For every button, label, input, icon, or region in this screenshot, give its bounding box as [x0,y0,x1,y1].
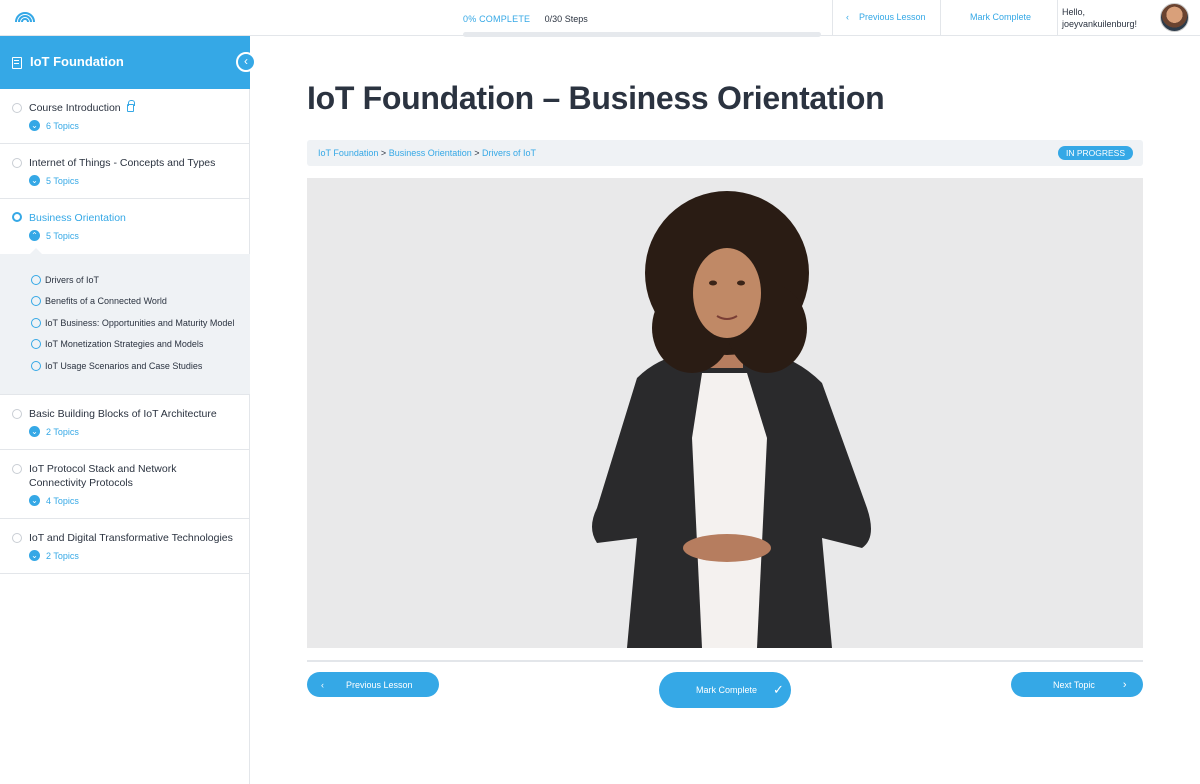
topic-label: IoT Usage Scenarios and Case Studies [45,361,203,371]
breadcrumb-link[interactable]: IoT Foundation [318,148,378,158]
collapse-sidebar-button[interactable]: ‹ [236,52,256,72]
topics-count: 5 Topics [46,175,79,186]
chevron-down-icon: ⌄ [29,175,40,186]
lesson-title: Business Orientation [29,212,126,224]
breadcrumb-link[interactable]: Drivers of IoT [482,148,536,158]
sidebar-item-concepts-and-types[interactable]: Internet of Things - Concepts and Types … [0,144,250,199]
status-circle-icon [12,103,22,113]
status-badge: IN PROGRESS [1057,146,1133,160]
topics-toggle[interactable]: ⌄ 2 Topics [29,550,79,561]
topics-count: 2 Topics [46,426,79,437]
topic-item-benefits[interactable]: Benefits of a Connected World [31,296,167,306]
chevron-left-icon: ‹ [846,12,849,22]
chevron-down-icon: ⌄ [29,120,40,131]
lesson-title: IoT and Digital Transformative Technolog… [29,532,233,544]
avatar[interactable] [1160,3,1189,32]
topic-label: Drivers of IoT [45,275,100,285]
previous-lesson-label: Previous Lesson [346,679,413,690]
sidebar-item-protocol-stack[interactable]: IoT Protocol Stack and Network Connectiv… [0,450,250,519]
chevron-down-icon: ⌄ [29,550,40,561]
topics-toggle[interactable]: ⌄ 4 Topics [29,495,79,506]
header-previous-lesson-label: Previous Lesson [859,12,926,22]
chevron-up-icon: ⌃ [29,230,40,241]
status-circle-icon [12,464,22,474]
mark-complete-label: Mark Complete [696,685,758,695]
lesson-title: Basic Building Blocks of IoT Architectur… [29,408,217,420]
header-divider [832,0,833,36]
header-previous-lesson-link[interactable]: ‹ Previous Lesson [846,12,926,22]
progress-percent: 0% COMPLETE [463,14,531,24]
lesson-title: IoT Protocol Stack and Network Connectiv… [29,463,177,489]
page-title: IoT Foundation – Business Orientation [307,80,885,116]
breadcrumb: IoT Foundation > Business Orientation > … [307,140,1143,166]
topic-item-drivers-of-iot[interactable]: Drivers of IoT [31,275,99,285]
topics-count: 5 Topics [46,230,79,241]
breadcrumb-separator: > [380,148,387,158]
breadcrumb-link[interactable]: Business Orientation [389,148,472,158]
course-sidebar: IoT Foundation ‹ Course Introduction ⌄ 6 … [0,36,256,784]
topics-toggle[interactable]: ⌄ 2 Topics [29,426,79,437]
course-progress: 0% COMPLETE 0/30 Steps [463,9,821,37]
topics-count: 6 Topics [46,120,79,131]
content-divider [307,660,1143,662]
status-circle-icon [12,409,22,419]
chevron-down-icon: ⌄ [29,426,40,437]
user-greeting: Hello, joeyvankuilenburg! [1062,6,1137,30]
header-divider [1057,0,1058,36]
chevron-left-icon: ‹ [321,679,324,690]
sidebar-item-digital-transformative[interactable]: IoT and Digital Transformative Technolog… [0,519,250,574]
topic-item-usage-scenarios[interactable]: IoT Usage Scenarios and Case Studies [31,361,202,371]
sidebar-item-course-introduction[interactable]: Course Introduction ⌄ 6 Topics [0,89,250,144]
breadcrumb-trail: IoT Foundation > Business Orientation > … [318,148,536,158]
chevron-right-icon: › [1122,678,1127,691]
lock-icon [126,100,135,112]
progress-steps: 0/30 Steps [544,14,588,24]
topic-item-monetization[interactable]: IoT Monetization Strategies and Models [31,339,203,349]
top-header: 0% COMPLETE 0/30 Steps ‹ Previous Lesson… [0,0,1200,37]
video-player[interactable] [307,178,1143,648]
lesson-title-row: Course Introduction [29,100,234,115]
previous-lesson-button[interactable]: ‹ Previous Lesson [307,672,439,697]
status-circle-icon [31,361,41,371]
topics-count: 2 Topics [46,550,79,561]
topics-toggle[interactable]: ⌄ 6 Topics [29,120,79,131]
lesson-title: Internet of Things - Concepts and Types [29,157,216,169]
status-circle-icon [12,158,22,168]
next-topic-label: Next Topic [1053,679,1095,690]
next-topic-button[interactable]: Next Topic › [1011,672,1143,697]
topics-toggle[interactable]: ⌄ 5 Topics [29,175,79,186]
greeting-username: joeyvankuilenburg! [1062,19,1138,29]
status-circle-icon [31,339,41,349]
sidebar-course-title[interactable]: IoT Foundation [30,54,124,69]
status-circle-icon [31,318,41,328]
chevron-left-icon: ‹ [244,54,248,68]
topics-list: Drivers of IoT Benefits of a Connected W… [0,248,250,394]
lesson-title: Course Introduction [29,102,121,114]
greeting-line-1: Hello, [1062,7,1086,17]
checkmark-icon: ✓ [773,682,784,697]
logo-icon[interactable] [14,8,36,24]
header-divider [940,0,941,36]
chevron-down-icon: ⌄ [29,495,40,506]
topic-label: Benefits of a Connected World [45,296,167,306]
header-mark-complete-link[interactable]: Mark Complete [970,12,1031,22]
topics-toggle[interactable]: ⌃ 5 Topics [29,230,79,241]
status-circle-icon [31,296,41,306]
sidebar-item-building-blocks[interactable]: Basic Building Blocks of IoT Architectur… [0,395,250,450]
mark-complete-button[interactable]: Mark Complete ✓ [659,672,791,708]
topic-label: IoT Monetization Strategies and Models [45,339,204,349]
sidebar-header: IoT Foundation ‹ [0,36,256,89]
progress-bar [463,32,821,37]
topic-item-opportunities[interactable]: IoT Business: Opportunities and Maturity… [31,318,234,328]
topic-label: IoT Business: Opportunities and Maturity… [45,318,235,328]
status-circle-icon [12,533,22,543]
breadcrumb-separator: > [474,148,480,158]
topics-count: 4 Topics [46,495,79,506]
status-circle-icon [31,275,41,285]
course-icon [12,57,22,69]
presenter-image [307,178,1143,648]
status-circle-icon [12,212,22,222]
